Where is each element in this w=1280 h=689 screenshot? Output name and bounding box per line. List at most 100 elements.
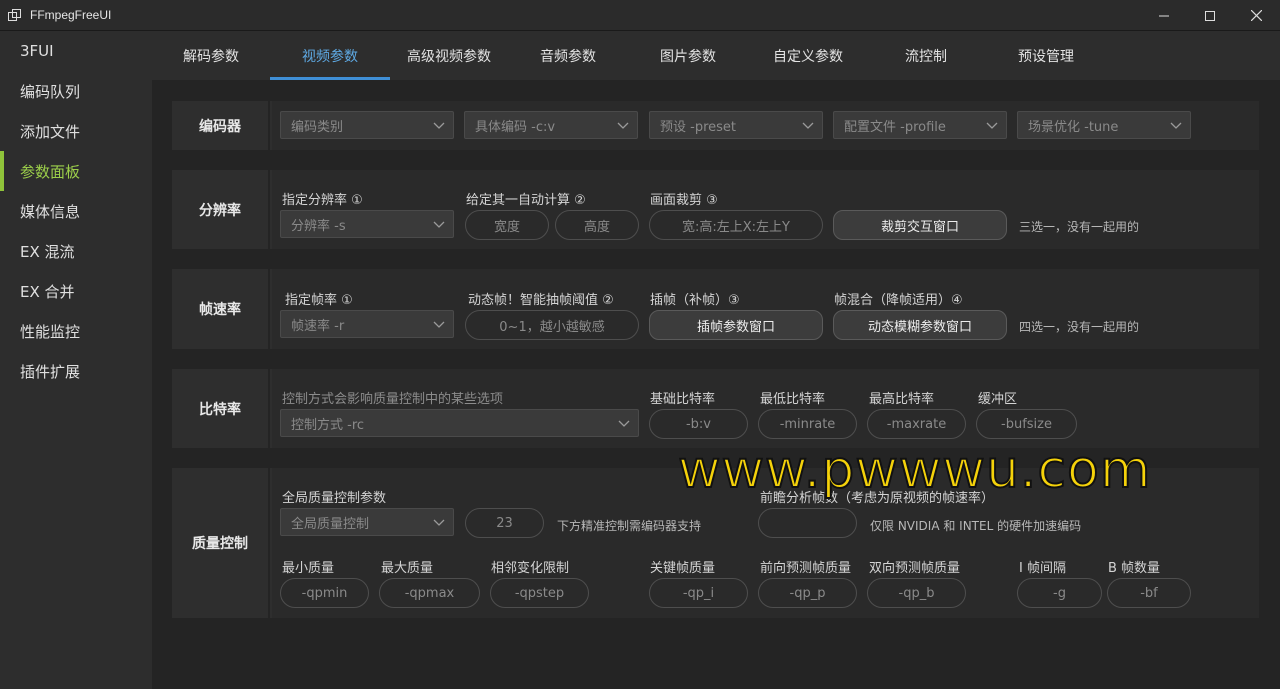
max-bitrate-label: 最高比特率 xyxy=(869,392,935,407)
close-button[interactable] xyxy=(1233,0,1279,31)
sidebar-item-encode-queue[interactable]: 编码队列 xyxy=(0,71,152,111)
interpolation-window-button[interactable]: 插帧参数窗口 xyxy=(649,310,823,340)
global-quality-note: 下方精准控制需编码器支持 xyxy=(557,519,702,533)
resolution-dropdown[interactable]: 分辨率 -s xyxy=(280,210,454,238)
qpmin-label: 最小质量 xyxy=(282,561,335,576)
close-icon xyxy=(1250,10,1262,21)
tab-video-params[interactable]: 视频参数 xyxy=(270,31,390,80)
global-quality-dropdown[interactable]: 全局质量控制 xyxy=(280,508,454,536)
quality-label: 质量控制 xyxy=(172,468,270,618)
sidebar-item-plugins[interactable]: 插件扩展 xyxy=(0,351,152,391)
minimize-icon xyxy=(1159,15,1169,16)
global-quality-dropdown-value: 全局质量控制 xyxy=(291,516,370,532)
encoder-codec-dropdown[interactable]: 具体编码 -c:v xyxy=(464,111,638,139)
encoder-profile-dropdown[interactable]: 配置文件 -profile xyxy=(833,111,1007,139)
qp-b-label: 双向预测帧质量 xyxy=(869,561,961,576)
qpstep-label: 相邻变化限制 xyxy=(491,561,570,576)
height-input[interactable]: 高度 xyxy=(555,210,639,240)
qp-p-label: 前向预测帧质量 xyxy=(760,561,852,576)
chevron-down-icon xyxy=(617,122,629,129)
sidebar-item-ex-merge[interactable]: EX 合并 xyxy=(0,271,152,311)
qp-p-input[interactable]: -qp_p xyxy=(758,578,857,608)
framerate-dropdown[interactable]: 帧速率 -r xyxy=(280,310,454,338)
chevron-down-icon xyxy=(433,321,445,328)
global-quality-label: 全局质量控制参数 xyxy=(282,491,387,506)
qpmax-label: 最大质量 xyxy=(381,561,434,576)
sidebar-item-add-files[interactable]: 添加文件 xyxy=(0,111,152,151)
encoder-tune-value: 场景优化 -tune xyxy=(1028,119,1119,135)
encoder-tune-dropdown[interactable]: 场景优化 -tune xyxy=(1017,111,1191,139)
encoder-preset-dropdown[interactable]: 预设 -preset xyxy=(649,111,823,139)
buffer-size-label: 缓冲区 xyxy=(978,392,1018,407)
bitrate-label: 比特率 xyxy=(172,369,270,448)
tab-audio-params[interactable]: 音频参数 xyxy=(508,31,628,80)
motion-blur-window-button[interactable]: 动态模糊参数窗口 xyxy=(833,310,1007,340)
chevron-down-icon xyxy=(433,221,445,228)
sidebar-item-media-info[interactable]: 媒体信息 xyxy=(0,191,152,231)
framerate-dropdown-value: 帧速率 -r xyxy=(291,318,345,334)
qp-b-input[interactable]: -qp_b xyxy=(867,578,966,608)
watermark-text: www.pwwwu.com xyxy=(677,439,1152,501)
maximize-button[interactable] xyxy=(1187,0,1233,31)
title-bar: FFmpegFreeUI xyxy=(0,0,1280,31)
min-bitrate-input[interactable]: -minrate xyxy=(758,409,857,439)
resolution-opt1-label: 指定分辨率 ① xyxy=(282,193,363,208)
encoder-codec-value: 具体编码 -c:v xyxy=(475,119,556,135)
framerate-note: 四选一，没有一起用的 xyxy=(1019,320,1140,334)
framerate-opt3-label: 插帧（补帧）③ xyxy=(650,293,740,308)
bframes-input[interactable]: -bf xyxy=(1107,578,1191,608)
maximize-icon xyxy=(1205,10,1215,21)
resolution-opt3-label: 画面裁剪 ③ xyxy=(650,193,718,208)
gop-input[interactable]: -g xyxy=(1017,578,1102,608)
tab-advanced-video-params[interactable]: 高级视频参数 xyxy=(390,31,508,80)
crop-input[interactable]: 宽:高:左上X:左上Y xyxy=(649,210,823,240)
encoder-category-dropdown[interactable]: 编码类别 xyxy=(280,111,454,139)
app-title: FFmpegFreeUI xyxy=(30,8,112,22)
encoder-preset-value: 预设 -preset xyxy=(660,119,737,135)
bitrate-hint: 控制方式会影响质量控制中的某些选项 xyxy=(282,392,504,407)
min-bitrate-label: 最低比特率 xyxy=(760,392,826,407)
sidebar-item-perf-monitor[interactable]: 性能监控 xyxy=(0,311,152,351)
tab-stream-control[interactable]: 流控制 xyxy=(868,31,984,80)
resolution-opt2-label: 给定其一自动计算 ② xyxy=(466,193,586,208)
buffer-size-input[interactable]: -bufsize xyxy=(976,409,1077,439)
resolution-label: 分辨率 xyxy=(172,170,270,249)
width-input[interactable]: 宽度 xyxy=(465,210,549,240)
chevron-down-icon xyxy=(433,519,445,526)
crop-window-button[interactable]: 裁剪交互窗口 xyxy=(833,210,1007,240)
tab-custom-params[interactable]: 自定义参数 xyxy=(748,31,868,80)
qpstep-input[interactable]: -qpstep xyxy=(490,578,589,608)
sidebar-item-3fui[interactable]: 3FUI xyxy=(0,31,152,71)
global-quality-value-input[interactable]: 23 xyxy=(465,508,544,538)
framerate-label: 帧速率 xyxy=(172,269,270,349)
chevron-down-icon xyxy=(1170,122,1182,129)
resolution-note: 三选一，没有一起用的 xyxy=(1019,220,1140,234)
base-bitrate-label: 基础比特率 xyxy=(650,392,716,407)
bframes-label: B 帧数量 xyxy=(1108,561,1161,576)
qpmax-input[interactable]: -qpmax xyxy=(379,578,480,608)
app-icon xyxy=(8,9,21,21)
base-bitrate-input[interactable]: -b:v xyxy=(649,409,748,439)
tab-bar: 解码参数 视频参数 高级视频参数 音频参数 图片参数 自定义参数 流控制 预设管… xyxy=(152,31,1280,80)
chevron-down-icon xyxy=(618,420,630,427)
framerate-opt4-label: 帧混合（降帧适用）④ xyxy=(834,293,963,308)
chevron-down-icon xyxy=(433,122,445,129)
sidebar-item-params-panel[interactable]: 参数面板 xyxy=(0,151,152,191)
tab-preset-manager[interactable]: 预设管理 xyxy=(984,31,1108,80)
max-bitrate-input[interactable]: -maxrate xyxy=(867,409,966,439)
tab-image-params[interactable]: 图片参数 xyxy=(628,31,748,80)
lookahead-input[interactable] xyxy=(758,508,857,538)
framerate-opt2-label: 动态帧！智能抽帧阈值 ② xyxy=(468,293,614,308)
scene-threshold-input[interactable]: 0~1，越小越敏感 xyxy=(465,310,639,340)
chevron-down-icon xyxy=(802,122,814,129)
framerate-opt1-label: 指定帧率 ① xyxy=(285,293,353,308)
minimize-button[interactable] xyxy=(1141,0,1187,31)
encoder-profile-value: 配置文件 -profile xyxy=(844,119,946,135)
encoder-label: 编码器 xyxy=(172,101,270,150)
qpmin-input[interactable]: -qpmin xyxy=(280,578,369,608)
sidebar: 3FUI 编码队列 添加文件 参数面板 媒体信息 EX 混流 EX 合并 性能监… xyxy=(0,31,152,689)
tab-decode-params[interactable]: 解码参数 xyxy=(152,31,270,80)
rate-control-dropdown[interactable]: 控制方式 -rc xyxy=(280,409,639,437)
qp-i-input[interactable]: -qp_i xyxy=(649,578,748,608)
sidebar-item-ex-mux[interactable]: EX 混流 xyxy=(0,231,152,271)
